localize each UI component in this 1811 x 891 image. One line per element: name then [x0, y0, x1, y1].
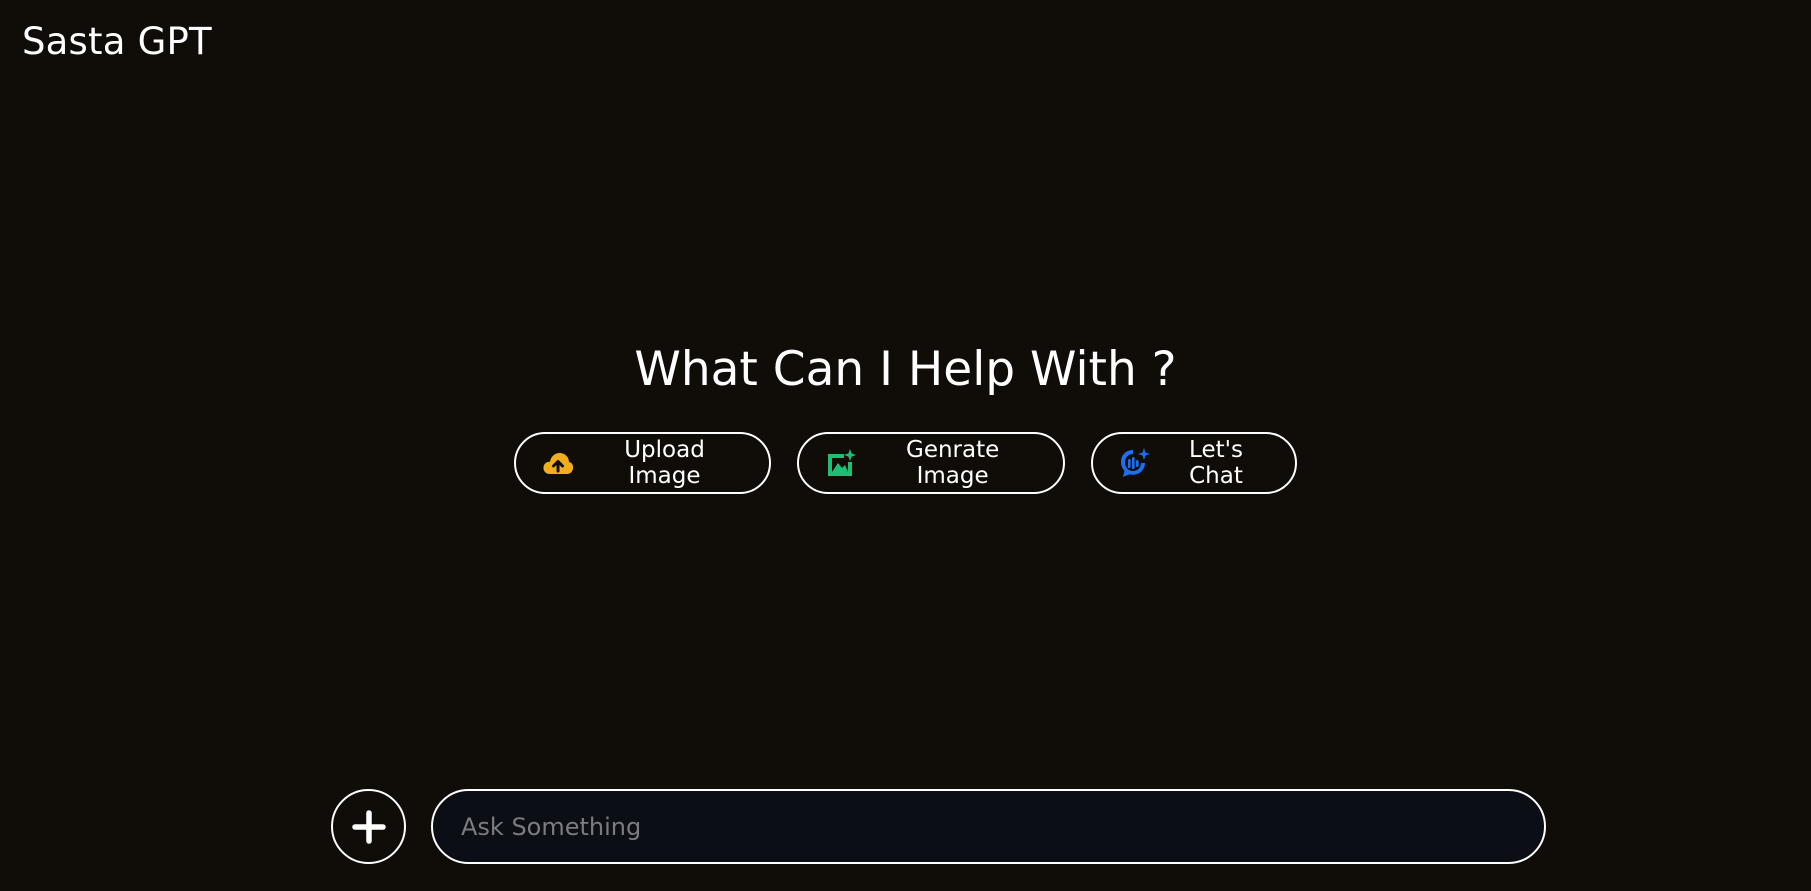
- upload-image-button[interactable]: Upload Image: [514, 432, 771, 494]
- plus-icon: [351, 809, 387, 845]
- add-button[interactable]: [331, 789, 406, 864]
- composer: [331, 789, 1546, 864]
- chat-sparkle-icon: [1119, 447, 1151, 479]
- ask-field[interactable]: [431, 789, 1546, 864]
- brand-title: Sasta GPT: [22, 20, 212, 63]
- image-sparkle-icon: [825, 447, 856, 479]
- hero: What Can I Help With ?: [0, 336, 1811, 404]
- hero-title: What Can I Help With ?: [634, 342, 1177, 397]
- lets-chat-label: Let's Chat: [1189, 437, 1243, 489]
- cloud-upload-icon: [542, 447, 574, 479]
- ask-input[interactable]: [459, 790, 1518, 863]
- upload-image-label: Upload Image: [624, 437, 705, 489]
- quick-actions: Upload Image Genrate Image Let's Chat: [0, 432, 1811, 494]
- generate-image-label: Genrate Image: [906, 437, 1000, 489]
- app-root: Sasta GPT What Can I Help With ? Upload …: [0, 0, 1811, 891]
- lets-chat-button[interactable]: Let's Chat: [1091, 432, 1297, 494]
- generate-image-button[interactable]: Genrate Image: [797, 432, 1065, 494]
